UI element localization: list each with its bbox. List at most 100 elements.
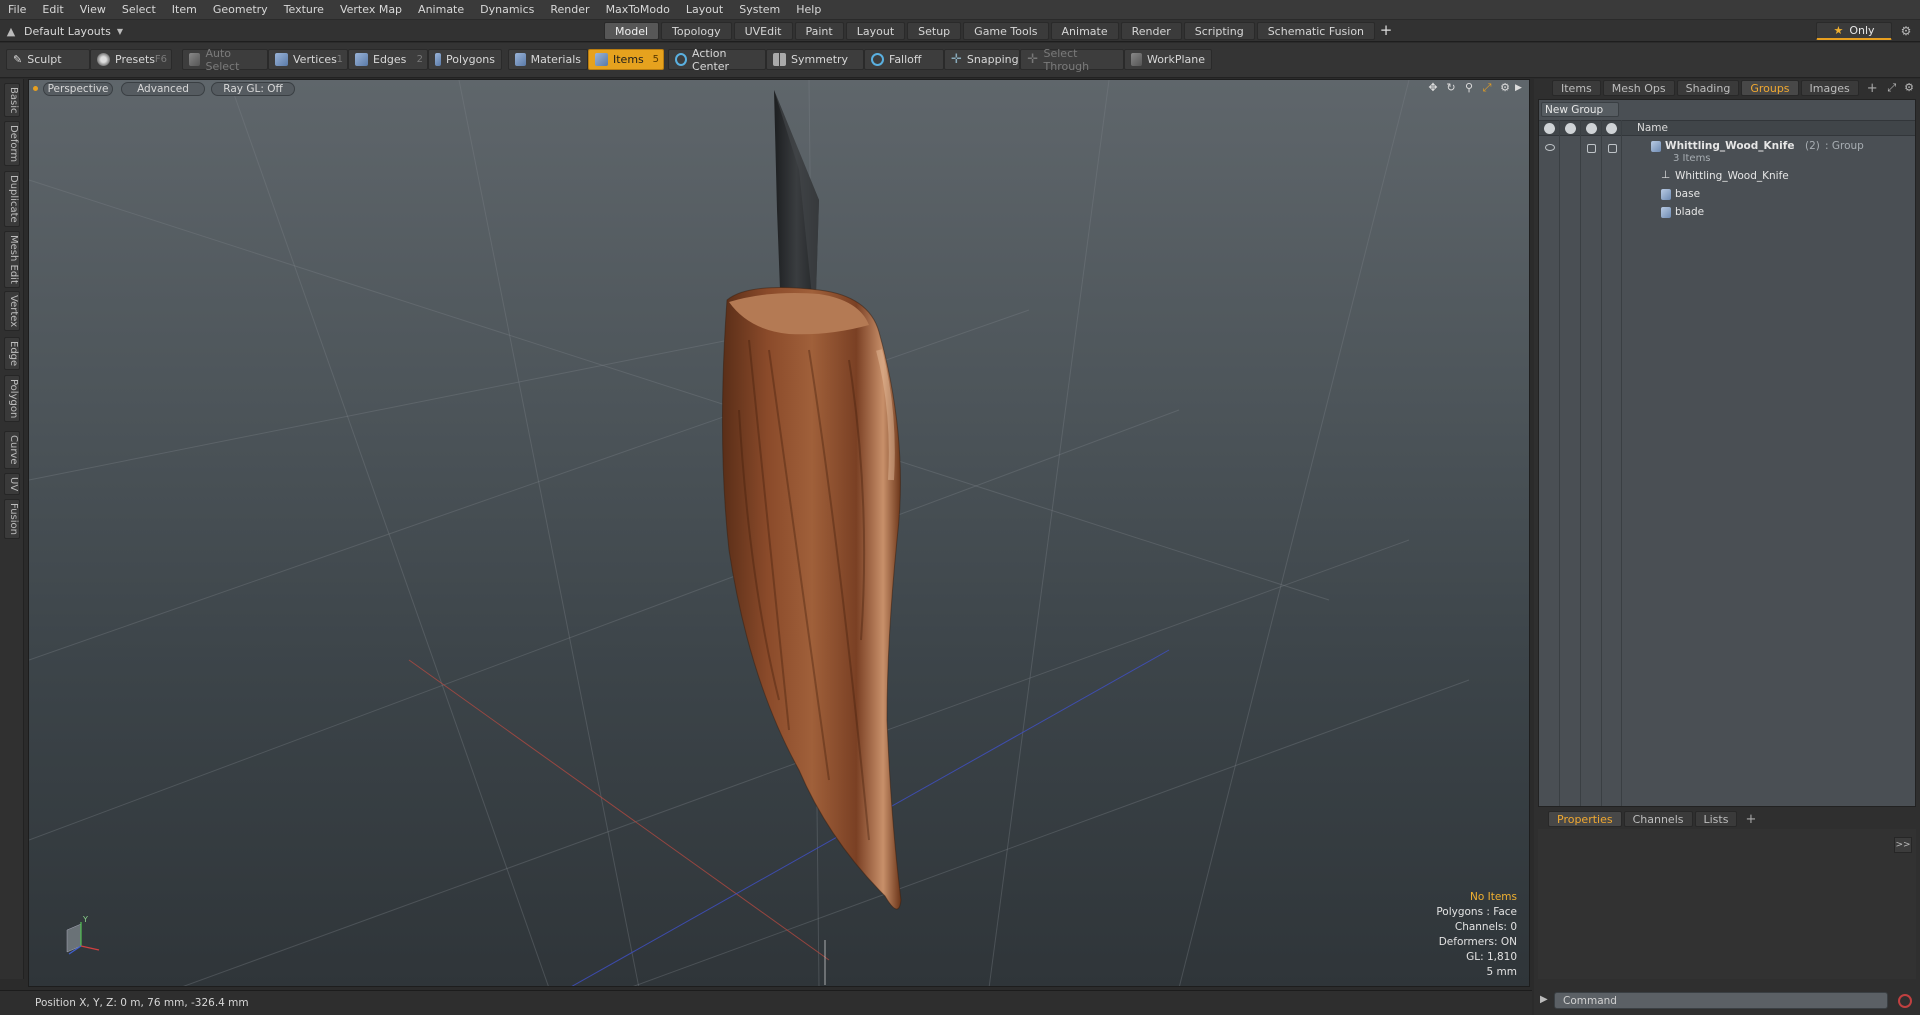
lock-toggle[interactable]	[1587, 144, 1596, 153]
render-column-icon[interactable]	[1565, 123, 1576, 134]
menu-maxtomodo[interactable]: MaxToModo	[598, 0, 678, 20]
vertices-button[interactable]: Vertices 1	[268, 49, 348, 70]
menu-geometry[interactable]: Geometry	[205, 0, 276, 20]
tab-render[interactable]: Render	[1120, 22, 1182, 40]
tab-lists[interactable]: Lists	[1694, 811, 1738, 827]
lock-column-icon[interactable]	[1586, 123, 1597, 134]
sculpt-button[interactable]: ✎ Sculpt	[6, 49, 90, 70]
symmetry-button[interactable]: Symmetry	[766, 49, 864, 70]
vtab-duplicate[interactable]: Duplicate	[4, 171, 20, 227]
materials-button[interactable]: Materials	[508, 49, 588, 70]
only-button[interactable]: ★ Only	[1816, 22, 1892, 40]
vtab-fusion[interactable]: Fusion	[4, 499, 20, 539]
chevron-right-icon[interactable]: ▶	[1540, 994, 1548, 1005]
tab-mesh-ops[interactable]: Mesh Ops	[1602, 80, 1675, 96]
stop-icon[interactable]	[1898, 994, 1912, 1008]
gear-icon[interactable]: ⚙	[1898, 23, 1914, 39]
vtab-basic[interactable]: Basic	[4, 83, 20, 118]
select-through-button[interactable]: ✛ Select Through	[1020, 47, 1124, 73]
tree-row-base[interactable]: base	[1539, 186, 1915, 204]
presets-button[interactable]: Presets F6	[90, 49, 172, 70]
add-properties-tab-button[interactable]: +	[1739, 812, 1762, 827]
viewport-expand-icon[interactable]: ▶	[1515, 82, 1527, 94]
tab-channels[interactable]: Channels	[1623, 811, 1693, 827]
shading-mode-button[interactable]: Advanced	[121, 82, 205, 96]
tab-items[interactable]: Items	[1552, 80, 1601, 96]
polygons-button[interactable]: Polygons	[428, 49, 502, 70]
vtab-edge[interactable]: Edge	[4, 337, 20, 371]
vtab-uv[interactable]: UV	[4, 473, 20, 496]
tab-layout[interactable]: Layout	[845, 22, 906, 40]
eye-icon[interactable]	[1545, 144, 1555, 151]
vtab-vertex[interactable]: Vertex	[4, 291, 20, 332]
menu-select[interactable]: Select	[114, 0, 164, 20]
viewport-gear-icon[interactable]: ⚙	[1499, 82, 1511, 94]
expand-properties-button[interactable]: >>	[1894, 837, 1912, 853]
menu-file[interactable]: File	[0, 0, 34, 20]
viewport-options-dot[interactable]	[33, 86, 38, 91]
tab-images[interactable]: Images	[1800, 80, 1859, 96]
tab-paint[interactable]: Paint	[794, 22, 844, 40]
menu-dynamics[interactable]: Dynamics	[472, 0, 542, 20]
layout-dropdown[interactable]: ▲ Default Layouts ▼	[4, 22, 123, 40]
tab-schematic-fusion[interactable]: Schematic Fusion	[1256, 22, 1376, 40]
child-base-name: base	[1675, 188, 1701, 200]
tab-uvedit[interactable]: UVEdit	[733, 22, 793, 40]
menu-view[interactable]: View	[72, 0, 114, 20]
snapping-button[interactable]: ✛ Snapping	[944, 49, 1020, 70]
panel-gear-icon[interactable]: ⚙	[1904, 81, 1914, 95]
zoom-view-icon[interactable]: ⚲	[1463, 82, 1475, 94]
raygl-button[interactable]: Ray GL: Off	[211, 82, 295, 96]
panel-expand-icon[interactable]: ⤢	[1887, 81, 1896, 95]
menu-vertex-map[interactable]: Vertex Map	[332, 0, 410, 20]
visibility-column-icon[interactable]	[1544, 123, 1555, 134]
menu-texture[interactable]: Texture	[276, 0, 332, 20]
menu-render[interactable]: Render	[542, 0, 597, 20]
mesh-icon	[1661, 207, 1671, 218]
falloff-button[interactable]: Falloff	[864, 49, 944, 70]
items-button[interactable]: Items 5	[588, 49, 664, 70]
tab-groups[interactable]: Groups	[1741, 80, 1799, 96]
tree-row-locator[interactable]: ⊥ Whittling_Wood_Knife	[1539, 168, 1915, 186]
select-column-icon[interactable]	[1606, 123, 1617, 134]
group-row[interactable]: Whittling_Wood_Knife (2) : Group 3 Items	[1539, 138, 1915, 168]
menu-help[interactable]: Help	[788, 0, 829, 20]
new-group-button[interactable]: New Group	[1541, 102, 1619, 117]
vtab-mesh-edit[interactable]: Mesh Edit	[4, 231, 20, 288]
tab-animate[interactable]: Animate	[1050, 22, 1119, 40]
edges-button[interactable]: Edges 2	[348, 49, 428, 70]
add-panel-tab-button[interactable]: +	[1861, 81, 1884, 96]
tree-row-blade[interactable]: blade	[1539, 204, 1915, 222]
vtab-deform[interactable]: Deform	[4, 121, 20, 167]
menu-system[interactable]: System	[731, 0, 788, 20]
add-tab-button[interactable]: +	[1377, 22, 1395, 40]
select-toggle[interactable]	[1608, 144, 1617, 153]
menu-layout[interactable]: Layout	[678, 0, 731, 20]
tab-game-tools[interactable]: Game Tools	[963, 22, 1049, 40]
tab-shading[interactable]: Shading	[1676, 80, 1740, 96]
knife-handle	[721, 287, 902, 910]
menu-animate[interactable]: Animate	[410, 0, 472, 20]
3d-viewport[interactable]: Perspective Advanced Ray GL: Off ✥ ↻ ⚲ ⤢…	[28, 79, 1530, 987]
workplane-button[interactable]: WorkPlane	[1124, 49, 1212, 70]
tab-setup[interactable]: Setup	[907, 22, 962, 40]
name-column-header[interactable]: Name	[1637, 122, 1668, 134]
rotate-view-icon[interactable]: ↻	[1445, 82, 1457, 94]
auto-select-button[interactable]: Auto Select	[182, 47, 268, 73]
tab-model[interactable]: Model	[604, 22, 660, 40]
action-center-button[interactable]: Action Center	[668, 47, 766, 73]
tab-topology[interactable]: Topology	[661, 22, 732, 40]
menu-edit[interactable]: Edit	[34, 0, 71, 20]
star-icon: ★	[1833, 24, 1844, 37]
command-input[interactable]	[1554, 992, 1888, 1009]
vtab-polygon[interactable]: Polygon	[4, 375, 20, 423]
vtab-curve[interactable]: Curve	[4, 431, 20, 469]
tab-scripting[interactable]: Scripting	[1183, 22, 1255, 40]
move-view-icon[interactable]: ✥	[1427, 82, 1439, 94]
fit-view-icon[interactable]: ⤢	[1481, 82, 1493, 94]
tab-properties[interactable]: Properties	[1548, 811, 1622, 827]
view-mode-button[interactable]: Perspective	[43, 82, 113, 96]
action-center-icon	[675, 53, 688, 66]
menu-item[interactable]: Item	[164, 0, 205, 20]
layout-home-icon[interactable]: ▲	[4, 25, 18, 38]
